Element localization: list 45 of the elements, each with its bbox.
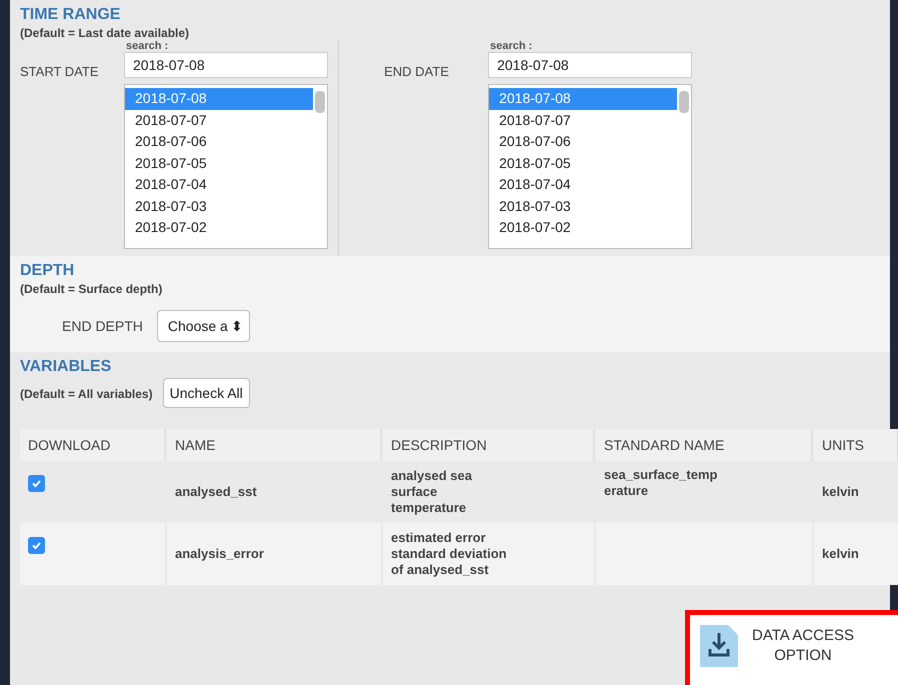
table-cell: analysis_error [167,523,381,585]
column-header: UNITS [814,429,898,461]
download-checkbox[interactable] [28,536,45,554]
date-option[interactable]: 2018-07-07 [489,110,678,131]
search-label: search : [490,40,534,52]
date-label: START DATE [20,64,100,81]
date-option[interactable]: 2018-07-06 [489,131,678,152]
section-title: TIME RANGE [20,6,122,24]
date-option[interactable]: 2018-07-05 [125,152,313,174]
date-option[interactable]: 2018-07-03 [489,196,678,217]
table-cell: estimated error standard deviation of analysed_sst [383,523,594,585]
section-note: (Default = All variables) [20,387,153,401]
section-title: VARIABLES [20,358,112,376]
date-option[interactable]: 2018-07-02 [489,217,678,238]
check-icon [31,540,42,550]
search-field[interactable]: 2018-07-08 [124,52,328,78]
date-label: END DATE [384,64,450,81]
download-checkbox[interactable] [28,474,45,492]
date-option[interactable]: 2018-07-07 [125,110,313,131]
column-header: DESCRIPTION [383,429,594,461]
date-list[interactable]: 2018-07-08 2018-07-07 2018-07-06 2018-07-05 2018-07-04 2018-07-03 2018-07-02 [488,84,692,249]
scrollbar-thumb[interactable] [679,91,690,113]
date-option[interactable]: 2018-07-05 [489,152,678,174]
column-header: STANDARD NAME [596,429,812,461]
search-label: search : [126,40,170,52]
column-header: DOWNLOAD [20,429,165,461]
table-cell: kelvin [814,523,898,585]
section-note: (Default = Surface depth) [20,282,164,296]
depth-select[interactable]: Choose a ⬍ [156,310,250,342]
check-icon [31,478,42,488]
date-option[interactable]: 2018-07-06 [125,131,313,152]
scrollbar-thumb[interactable] [315,91,325,113]
section-note: (Default = Last date available) [20,26,190,40]
depth-label: END DEPTH [62,318,143,334]
download-file-icon [700,625,738,667]
data-access-button[interactable]: DATA ACCESS OPTION [685,610,898,685]
search-field[interactable]: 2018-07-08 [488,52,692,78]
date-option[interactable]: 2018-07-03 [125,196,313,217]
date-list[interactable]: 2018-07-08 2018-07-07 2018-07-06 2018-07-05 2018-07-04 2018-07-03 2018-07-02 [124,84,328,249]
date-option[interactable]: 2018-07-02 [125,217,313,238]
date-option[interactable]: 2018-07-04 [125,174,313,196]
uncheck-all-button[interactable]: Uncheck All [162,378,250,408]
date-option[interactable]: 2018-07-04 [489,174,678,196]
section-title: DEPTH [20,262,76,280]
column-header: NAME [167,429,381,461]
